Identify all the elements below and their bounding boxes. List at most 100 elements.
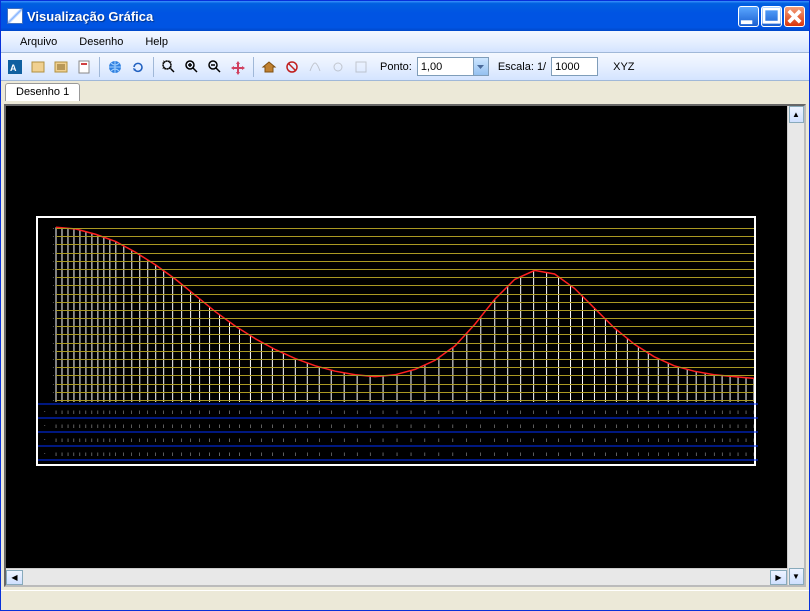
tool-icon-4[interactable] [74, 57, 94, 77]
horizontal-scrollbar[interactable]: ◀ ▶ [6, 568, 787, 585]
svg-text:|: | [410, 437, 411, 442]
svg-text:|: | [131, 409, 132, 414]
svg-text:|: | [638, 451, 639, 456]
dropdown-arrow-icon[interactable] [473, 58, 488, 75]
coord-mode[interactable]: XYZ [601, 61, 636, 73]
svg-text:|: | [103, 451, 104, 456]
ponto-combo[interactable] [417, 57, 489, 76]
svg-text:|: | [229, 409, 230, 414]
svg-text:|: | [261, 437, 262, 442]
ponto-input[interactable] [418, 58, 473, 75]
svg-text:|: | [209, 423, 210, 428]
svg-text:|: | [722, 451, 723, 456]
menu-arquivo[interactable]: Arquivo [9, 34, 68, 50]
svg-text:|: | [438, 451, 439, 456]
svg-text:|: | [272, 451, 273, 456]
scroll-left-button[interactable]: ◀ [6, 570, 23, 585]
menu-help[interactable]: Help [134, 34, 179, 50]
svg-text:|: | [648, 437, 649, 442]
svg-text:|: | [546, 423, 547, 428]
tool-icon-2[interactable] [28, 57, 48, 77]
separator [253, 57, 254, 77]
home-icon[interactable] [259, 57, 279, 77]
maximize-button[interactable] [761, 6, 782, 27]
scroll-down-button[interactable]: ▼ [789, 568, 804, 585]
svg-text:|: | [753, 409, 754, 414]
svg-text:|: | [172, 451, 173, 456]
svg-text:|: | [219, 437, 220, 442]
svg-text:|: | [438, 409, 439, 414]
svg-text:|: | [181, 423, 182, 428]
svg-text:|: | [520, 451, 521, 456]
svg-text:|: | [85, 437, 86, 442]
svg-text:|: | [115, 409, 116, 414]
svg-text:|: | [147, 451, 148, 456]
svg-text:|: | [190, 451, 191, 456]
svg-text:|: | [466, 409, 467, 414]
tool-icon-14[interactable] [328, 57, 348, 77]
svg-text:|: | [396, 423, 397, 428]
svg-text:|: | [91, 423, 92, 428]
svg-text:|: | [357, 423, 358, 428]
pan-icon[interactable] [228, 57, 248, 77]
svg-text:|: | [678, 451, 679, 456]
svg-text:|: | [494, 451, 495, 456]
export-autocad-icon[interactable]: A [5, 57, 25, 77]
titlebar[interactable]: Visualização Gráfica [1, 1, 809, 31]
svg-text:|: | [753, 451, 754, 456]
svg-text:|: | [103, 437, 104, 442]
svg-text:|: | [163, 409, 164, 414]
escala-field[interactable] [551, 57, 598, 76]
svg-text:|: | [627, 409, 628, 414]
svg-text:|: | [687, 423, 688, 428]
svg-text:|: | [546, 451, 547, 456]
svg-text:|: | [319, 423, 320, 428]
refresh-icon[interactable] [128, 57, 148, 77]
globe-icon[interactable] [105, 57, 125, 77]
drawing-canvas[interactable]: | | | | | | | | | | | | | | | | | | | | | | | | | | | | | | | | | | | | | | | |… [4, 104, 806, 587]
close-button[interactable] [784, 6, 805, 27]
svg-text:|: | [738, 423, 739, 428]
tool-icon-15[interactable] [351, 57, 371, 77]
vertical-scrollbar[interactable]: ▲ ▼ [787, 106, 804, 585]
svg-text:|: | [283, 409, 284, 414]
tabstrip: Desenho 1 [1, 81, 809, 101]
svg-text:|: | [638, 437, 639, 442]
scroll-right-button[interactable]: ▶ [770, 570, 787, 585]
svg-text:|: | [139, 409, 140, 414]
svg-text:|: | [97, 451, 98, 456]
svg-text:|: | [199, 409, 200, 414]
svg-text:|: | [73, 423, 74, 428]
svg-text:|: | [668, 409, 669, 414]
tab-desenho-1[interactable]: Desenho 1 [5, 83, 80, 102]
zoom-extents-icon[interactable] [159, 57, 179, 77]
svg-text:|: | [520, 409, 521, 414]
svg-text:|: | [163, 451, 164, 456]
disable-icon[interactable] [282, 57, 302, 77]
svg-text:|: | [357, 437, 358, 442]
minimize-button[interactable] [738, 6, 759, 27]
svg-text:|: | [745, 451, 746, 456]
svg-text:|: | [696, 423, 697, 428]
tool-icon-13[interactable] [305, 57, 325, 77]
svg-text:|: | [67, 423, 68, 428]
scroll-up-button[interactable]: ▲ [789, 106, 804, 123]
svg-text:|: | [730, 437, 731, 442]
zoom-out-icon[interactable] [205, 57, 225, 77]
svg-text:|: | [658, 423, 659, 428]
tool-icon-3[interactable] [51, 57, 71, 77]
svg-text:|: | [396, 451, 397, 456]
menu-desenho[interactable]: Desenho [68, 34, 134, 50]
svg-text:|: | [558, 437, 559, 442]
escala-input[interactable] [552, 58, 597, 75]
svg-text:|: | [480, 409, 481, 414]
svg-text:|: | [438, 423, 439, 428]
svg-text:|: | [658, 451, 659, 456]
svg-text:|: | [605, 409, 606, 414]
svg-text:|: | [55, 437, 56, 442]
zoom-in-icon[interactable] [182, 57, 202, 77]
svg-text:|: | [199, 451, 200, 456]
app-window: Visualização Gráfica Arquivo Desenho Hel… [0, 0, 810, 611]
svg-text:|: | [383, 451, 384, 456]
svg-text:|: | [570, 437, 571, 442]
